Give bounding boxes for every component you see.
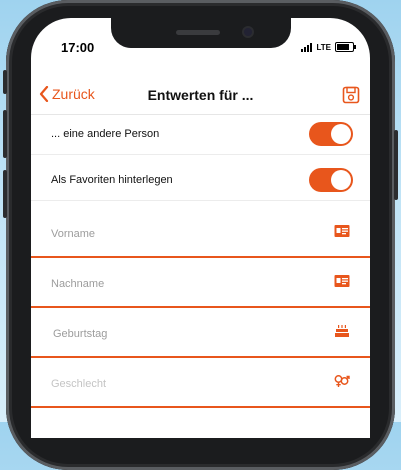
first-name-placeholder: Vorname xyxy=(51,228,96,240)
last-name-placeholder: Nachname xyxy=(51,278,105,290)
toggle-knob xyxy=(331,170,351,190)
toggle-row-favorites: Als Favoriten hinterlegen xyxy=(31,162,370,201)
status-indicators: LTE xyxy=(301,42,356,52)
gender-field[interactable]: Geschlecht xyxy=(31,358,370,408)
other-person-toggle[interactable] xyxy=(309,122,353,146)
last-name-field[interactable]: Nachname xyxy=(31,258,370,308)
navigation-bar: Zurück Entwerten für ... xyxy=(31,78,370,115)
volume-down-button xyxy=(3,170,7,218)
toggle-row-other-person: ... eine andere Person xyxy=(31,116,370,155)
volume-up-button xyxy=(3,110,7,158)
notch xyxy=(111,18,291,48)
gender-placeholder: Geschlecht xyxy=(51,378,107,390)
toggle-label: ... eine andere Person xyxy=(51,128,160,140)
status-time: 17:00 xyxy=(61,40,95,55)
front-camera xyxy=(244,28,252,36)
favorites-toggle[interactable] xyxy=(309,168,353,192)
field-underline xyxy=(31,406,370,408)
first-name-field[interactable]: Vorname xyxy=(31,208,370,258)
signal-icon xyxy=(301,42,313,52)
birthday-cake-icon xyxy=(335,325,349,337)
birthday-field[interactable]: Geburtstag xyxy=(31,308,370,358)
save-icon[interactable] xyxy=(342,86,360,104)
birthday-placeholder: Geburtstag xyxy=(53,328,108,340)
phone-screen: 17:00 LTE Zurück Entwerten für ... ... e… xyxy=(31,18,370,438)
toggle-knob xyxy=(331,124,351,144)
power-button xyxy=(394,130,398,200)
mute-switch xyxy=(3,70,7,94)
toggle-label: Als Favoriten hinterlegen xyxy=(51,174,173,186)
battery-icon xyxy=(335,42,356,52)
gender-icon xyxy=(334,375,350,387)
network-type: LTE xyxy=(316,42,331,52)
page-title: Entwerten für ... xyxy=(147,87,254,103)
id-card-icon xyxy=(334,225,350,237)
id-card-icon xyxy=(334,275,350,287)
speaker-grille xyxy=(176,30,220,35)
